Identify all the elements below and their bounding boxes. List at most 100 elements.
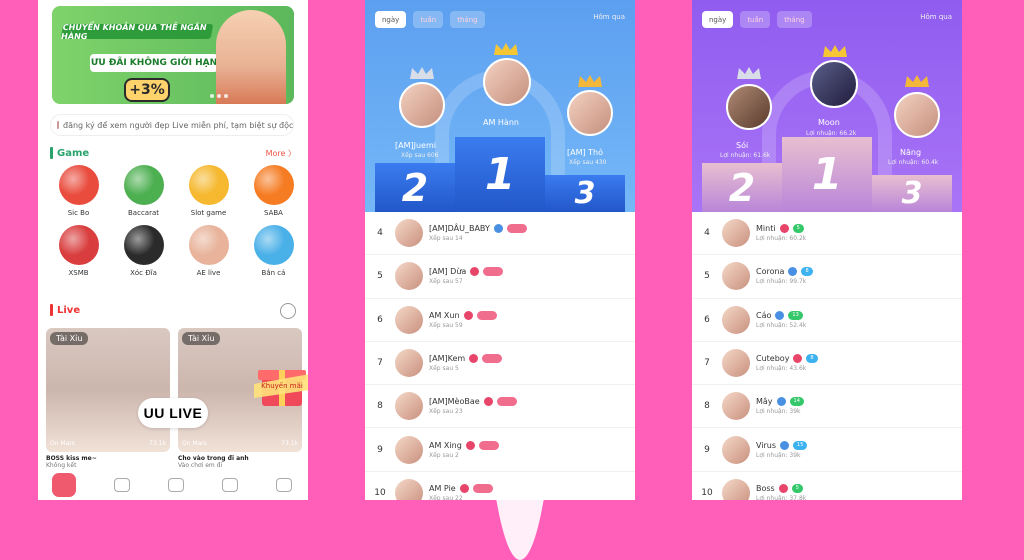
game-icon xyxy=(253,165,294,205)
home-icon[interactable] xyxy=(52,473,76,497)
gender-icon xyxy=(469,354,479,364)
avatar-rank-2[interactable] xyxy=(399,82,445,128)
avatar-rank-2[interactable] xyxy=(726,84,772,130)
tab-month[interactable]: tháng xyxy=(450,11,485,28)
ranking-row[interactable]: 8 [AM]MèoBae Xếp sau 23 xyxy=(365,385,635,429)
podium: ngày tuần tháng Hôm qua 2 1 3 [AM]Juemi … xyxy=(365,0,635,212)
avatar-rank-3[interactable] xyxy=(894,92,940,138)
ranking-row[interactable]: 5 Corona 8 Lợi nhuận: 99.7k xyxy=(692,255,962,299)
period-tabs: ngày tuần tháng xyxy=(375,11,485,28)
game-section-title: Game xyxy=(50,147,89,159)
user-avatar[interactable] xyxy=(722,305,750,334)
gender-icon xyxy=(465,440,475,450)
stream-title: BOSS kiss me~ xyxy=(46,455,97,462)
tab-week[interactable]: tuần xyxy=(740,11,771,28)
rank-number: 7 xyxy=(704,358,710,369)
user-avatar[interactable] xyxy=(395,478,423,500)
user-name: Cuteboy xyxy=(756,354,790,364)
yesterday-link[interactable]: Hôm qua xyxy=(920,13,952,21)
gender-icon xyxy=(788,267,798,277)
user-avatar[interactable] xyxy=(722,349,750,378)
gender-icon xyxy=(780,440,790,450)
game-controller-icon[interactable] xyxy=(222,478,238,492)
game-icon xyxy=(253,225,294,265)
gender-icon xyxy=(793,354,803,364)
tab-week[interactable]: tuần xyxy=(413,11,444,28)
user-avatar[interactable] xyxy=(722,435,750,464)
ranking-row[interactable]: 7 Cuteboy 8 Lợi nhuận: 43.6k xyxy=(692,342,962,386)
user-avatar[interactable] xyxy=(722,392,750,421)
search-icon[interactable] xyxy=(280,303,296,319)
game-icon xyxy=(123,165,164,205)
user-avatar[interactable] xyxy=(722,219,750,248)
game-label: Baccarat xyxy=(128,209,159,217)
game-tile[interactable]: AE live xyxy=(176,225,241,277)
rank-number: 8 xyxy=(377,401,383,412)
profile-icon[interactable] xyxy=(276,478,292,492)
user-subtext: Xếp sau 5 xyxy=(429,365,459,373)
user-avatar[interactable] xyxy=(395,392,423,421)
announcement-marquee: đăng ký để xem người đẹp Live miễn phí, … xyxy=(50,114,294,136)
ranking-row[interactable]: 4 Minti 5 Lợi nhuận: 60.2k xyxy=(692,212,962,256)
user-avatar[interactable] xyxy=(395,305,423,334)
game-tile[interactable]: Xóc Đĩa xyxy=(111,225,176,277)
promo-banner[interactable]: CHUYỂN KHOẢN QUA THẺ NGÂN HÀNG ƯU ĐÃI KH… xyxy=(52,6,294,104)
game-tile[interactable]: Baccarat xyxy=(111,165,176,217)
game-tile[interactable]: Sic Bo xyxy=(46,165,111,217)
level-badge xyxy=(482,354,503,364)
user-subtext: Lợi nhuận: 37.8k xyxy=(756,494,807,500)
game-label: AE live xyxy=(196,269,221,277)
game-tile[interactable]: Slot game xyxy=(176,165,241,217)
ranking-row[interactable]: 8 Mây 14 Lợi nhuận: 39k xyxy=(692,385,962,429)
user-name: AM Xing xyxy=(429,440,462,450)
promotion-gift-icon[interactable]: Khuyến mãi xyxy=(254,358,308,408)
game-tile[interactable]: SABA xyxy=(241,165,306,217)
podium-name-2: [AM]Juemi xyxy=(395,141,436,150)
gender-icon xyxy=(483,397,493,407)
ranking-screen-purple: ngày tuần tháng Hôm qua 2 1 3 Sói Lợi nh… xyxy=(692,0,962,500)
ranking-row[interactable]: 5 [AM] Dừa Xếp sau 57 xyxy=(365,255,635,299)
podium-name-2: Sói xyxy=(736,141,749,150)
gender-icon xyxy=(775,310,785,320)
avatar-rank-1[interactable] xyxy=(810,60,858,108)
user-avatar[interactable] xyxy=(395,219,423,248)
level-badge: 13 xyxy=(788,310,803,320)
user-subtext: Lợi nhuận: 39k xyxy=(756,408,801,416)
user-avatar[interactable] xyxy=(395,349,423,378)
ranking-row[interactable]: 6 Cáo 13 Lợi nhuận: 52.4k xyxy=(692,299,962,342)
ranking-row[interactable]: 9 AM Xing Xếp sau 2 xyxy=(365,428,635,472)
podium-name-1: AM Hànn xyxy=(483,118,519,127)
user-avatar[interactable] xyxy=(395,262,423,291)
gender-icon xyxy=(776,397,786,407)
ranking-row[interactable]: 4 [AM]DÂU_BABY Xếp sau 14 xyxy=(365,212,635,256)
more-games-link[interactable]: More 〉 xyxy=(266,148,296,159)
tab-day[interactable]: ngày xyxy=(375,11,407,28)
ranking-row[interactable]: 6 AM Xun Xếp sau 59 xyxy=(365,299,635,342)
ranking-row[interactable]: 10 Boss 5 Lợi nhuận: 37.8k xyxy=(692,472,962,500)
yesterday-link[interactable]: Hôm qua xyxy=(593,13,625,21)
user-subtext: Xếp sau 57 xyxy=(429,278,463,286)
ranking-row[interactable]: 10 AM Pie Xếp sau 22 xyxy=(365,472,635,500)
user-avatar[interactable] xyxy=(395,435,423,464)
gender-icon xyxy=(493,224,503,234)
tab-day[interactable]: ngày xyxy=(702,11,734,28)
discover-icon[interactable] xyxy=(114,478,130,492)
tab-month[interactable]: tháng xyxy=(777,11,812,28)
game-tile[interactable]: Bắn cá xyxy=(241,225,306,277)
user-avatar[interactable] xyxy=(722,262,750,291)
podium-block-1: 1 xyxy=(782,137,872,212)
wallet-icon[interactable] xyxy=(168,478,184,492)
game-tile[interactable]: XSMB xyxy=(46,225,111,277)
game-grid: Sic Bo Baccarat Slot game SABA XSMB Xóc Đĩa AE… xyxy=(46,165,306,277)
ranking-row[interactable]: 9 Virus 15 Lợi nhuận: 39k xyxy=(692,428,962,472)
user-name: AM Pie xyxy=(429,483,456,493)
ranking-row[interactable]: 7 [AM]Kem Xếp sau 5 xyxy=(365,342,635,386)
podium-name-3: [AM] Thỏ xyxy=(567,148,604,157)
gender-icon xyxy=(470,267,480,277)
user-subtext: Xếp sau 59 xyxy=(429,321,463,329)
user-avatar[interactable] xyxy=(722,478,750,500)
bottom-nav xyxy=(52,470,292,500)
avatar-rank-3[interactable] xyxy=(567,90,613,136)
avatar-rank-1[interactable] xyxy=(483,58,531,106)
silver-crown-icon xyxy=(410,67,434,79)
